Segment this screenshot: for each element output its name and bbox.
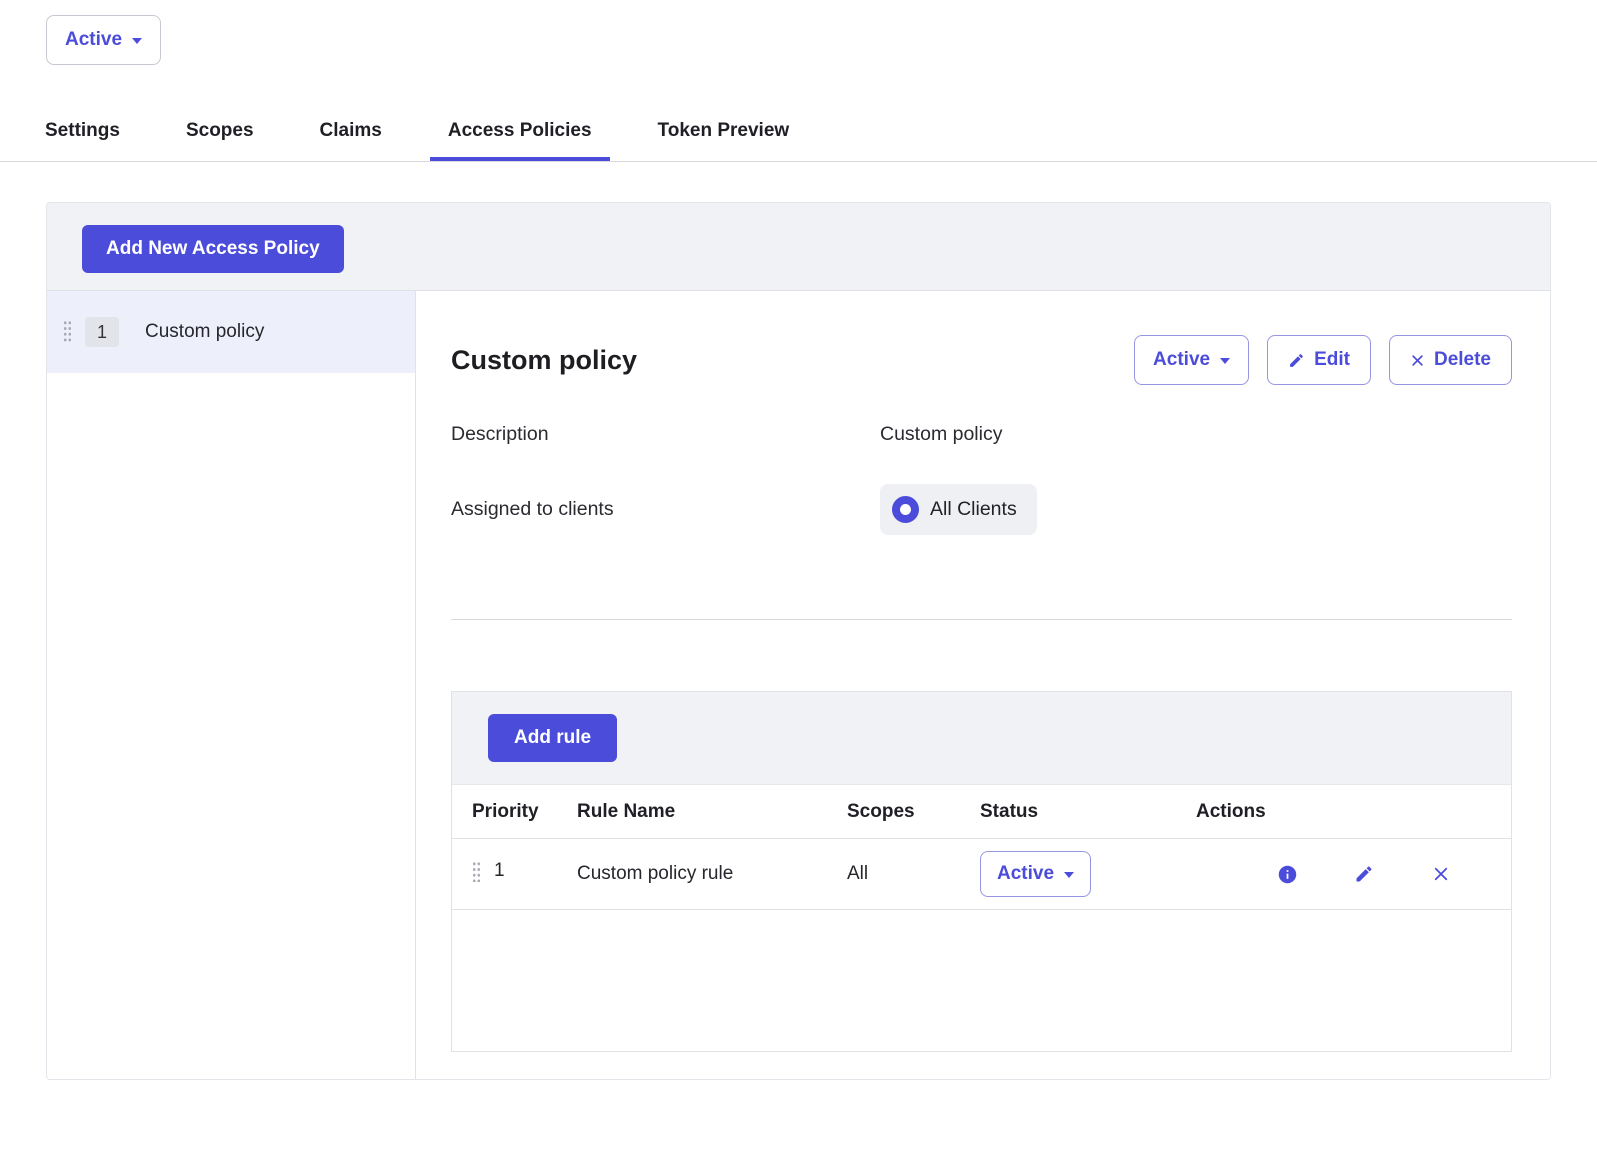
rules-toolbar: Add rule xyxy=(452,692,1511,785)
tab-scopes[interactable]: Scopes xyxy=(168,106,272,161)
drag-handle-icon[interactable] xyxy=(63,320,72,344)
rule-priority: 1 xyxy=(494,860,505,882)
policy-detail-status-label: Active xyxy=(1153,349,1210,371)
chevron-down-icon xyxy=(132,38,142,44)
info-icon xyxy=(1277,864,1298,885)
delete-policy-label: Delete xyxy=(1434,349,1491,371)
rules-table: Priority Rule Name Scopes Status Actions xyxy=(452,785,1511,910)
close-icon xyxy=(1410,353,1425,368)
policy-status-dropdown[interactable]: Active xyxy=(46,15,161,65)
rule-info-button[interactable] xyxy=(1276,863,1298,885)
col-scopes: Scopes xyxy=(847,785,980,839)
policy-list-item[interactable]: 1 Custom policy xyxy=(47,291,415,373)
rule-name: Custom policy rule xyxy=(577,839,847,910)
edit-policy-label: Edit xyxy=(1314,349,1350,371)
delete-policy-button[interactable]: Delete xyxy=(1389,335,1512,385)
drag-handle-icon[interactable] xyxy=(472,861,481,882)
policy-detail-header: Custom policy Active Edit Delete xyxy=(451,335,1512,385)
rules-section: Add rule Priority Rule Name Scopes Statu… xyxy=(451,691,1512,1052)
rule-priority-cell: 1 xyxy=(452,839,577,910)
policy-detail-status-dropdown[interactable]: Active xyxy=(1134,335,1249,385)
tab-claims[interactable]: Claims xyxy=(302,106,400,161)
rule-status-label: Active xyxy=(997,863,1054,885)
all-clients-chip: All Clients xyxy=(880,484,1037,535)
pencil-icon xyxy=(1288,352,1305,369)
policy-status-label: Active xyxy=(65,29,122,51)
pencil-icon xyxy=(1354,864,1374,884)
col-actions: Actions xyxy=(1176,785,1511,839)
chevron-down-icon xyxy=(1220,358,1230,364)
all-clients-label: All Clients xyxy=(930,498,1017,521)
policy-list: 1 Custom policy xyxy=(47,291,416,1079)
policy-detail: Custom policy Active Edit Delete xyxy=(416,291,1550,1079)
description-row: Description Custom policy xyxy=(451,423,1512,446)
col-priority: Priority xyxy=(452,785,577,839)
rule-delete-button[interactable] xyxy=(1430,863,1452,885)
tab-token-preview[interactable]: Token Preview xyxy=(640,106,808,161)
policy-header-actions: Active Edit Delete xyxy=(1134,335,1512,385)
divider xyxy=(451,619,1512,620)
access-policies-panel: Add New Access Policy 1 Custom policy Cu… xyxy=(46,202,1551,1080)
add-new-access-policy-button[interactable]: Add New Access Policy xyxy=(82,225,344,273)
policy-title: Custom policy xyxy=(451,345,637,376)
policy-priority-badge: 1 xyxy=(85,317,119,347)
col-status: Status xyxy=(980,785,1176,839)
assigned-clients-row: Assigned to clients All Clients xyxy=(451,484,1512,535)
radio-selected-icon xyxy=(892,496,919,523)
rule-edit-button[interactable] xyxy=(1353,863,1375,885)
panel-content: 1 Custom policy Custom policy Active Edi… xyxy=(47,290,1550,1079)
policy-list-item-label: Custom policy xyxy=(145,321,264,343)
rules-header-row: Priority Rule Name Scopes Status Actions xyxy=(452,785,1511,839)
tab-access-policies[interactable]: Access Policies xyxy=(430,106,610,161)
rule-row: 1 Custom policy rule All Active xyxy=(452,839,1511,910)
description-label: Description xyxy=(451,423,880,446)
tab-bar: Settings Scopes Claims Access Policies T… xyxy=(0,106,1597,162)
rule-scopes: All xyxy=(847,839,980,910)
col-rule-name: Rule Name xyxy=(577,785,847,839)
assigned-to-clients-label: Assigned to clients xyxy=(451,498,880,521)
add-rule-button[interactable]: Add rule xyxy=(488,714,617,762)
edit-policy-button[interactable]: Edit xyxy=(1267,335,1371,385)
rule-actions-cell xyxy=(1176,839,1511,910)
tab-settings[interactable]: Settings xyxy=(27,106,138,161)
rule-status-cell: Active xyxy=(980,839,1176,910)
rule-status-dropdown[interactable]: Active xyxy=(980,851,1091,897)
description-value: Custom policy xyxy=(880,423,1002,446)
chevron-down-icon xyxy=(1064,872,1074,878)
close-icon xyxy=(1432,865,1450,883)
